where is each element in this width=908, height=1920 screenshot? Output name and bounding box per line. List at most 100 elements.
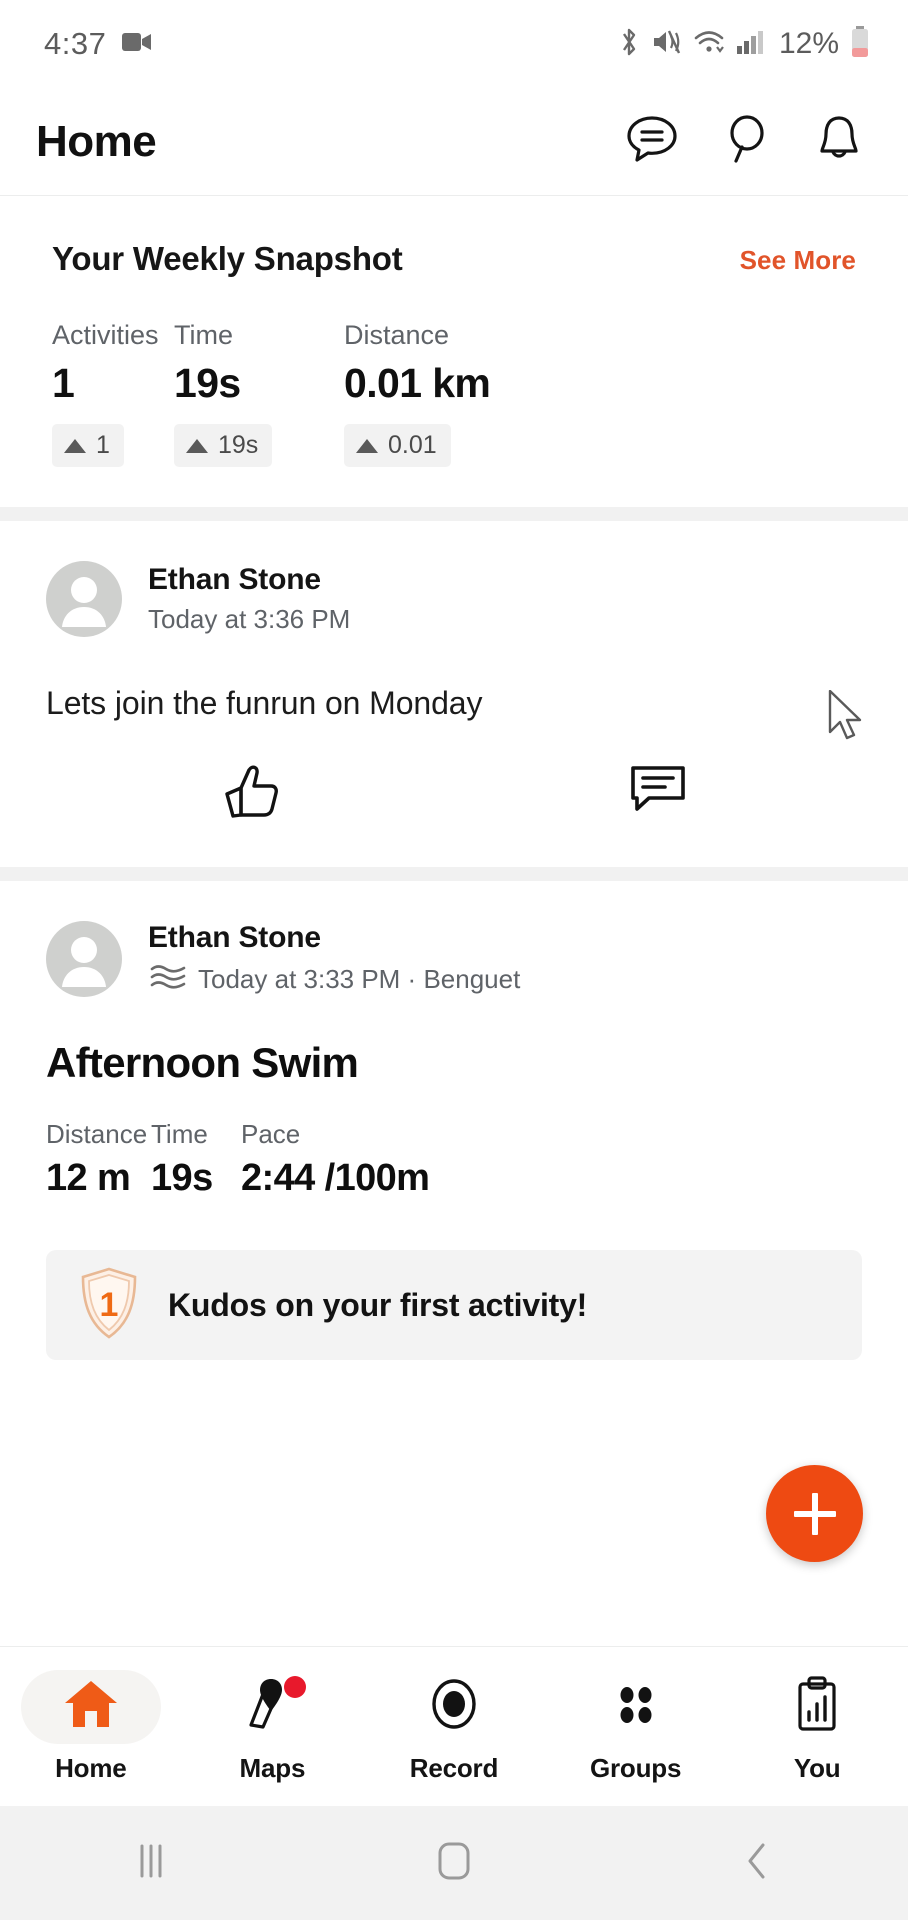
messages-icon[interactable] bbox=[626, 115, 678, 168]
post-text: Lets join the funrun on Monday bbox=[46, 685, 483, 721]
snapshot-title: Your Weekly Snapshot bbox=[52, 240, 403, 277]
post-author: Ethan Stone bbox=[148, 563, 321, 596]
recents-icon bbox=[134, 1841, 168, 1886]
system-navigation-bar bbox=[0, 1806, 908, 1920]
back-button[interactable] bbox=[605, 1840, 908, 1887]
snapshot-stats: Activities 1 1 Time 19s 19s Distance 0.0… bbox=[52, 320, 856, 467]
back-icon bbox=[742, 1840, 772, 1887]
stat-value: 1 bbox=[52, 360, 75, 406]
stat-delta-value: 1 bbox=[96, 431, 110, 459]
nav-item-groups[interactable]: Groups bbox=[545, 1670, 727, 1784]
record-icon bbox=[425, 1675, 483, 1738]
post-actions bbox=[46, 722, 862, 867]
wifi-icon bbox=[693, 28, 725, 61]
nav-icon-wrap-record bbox=[384, 1670, 524, 1744]
nav-label-maps: Maps bbox=[239, 1752, 306, 1783]
activity-header: Ethan Stone Today at 3:33 PM · Benguet bbox=[46, 921, 862, 997]
stat-delta-badge: 19s bbox=[174, 424, 273, 467]
nav-item-you[interactable]: You bbox=[726, 1670, 908, 1784]
see-more-link[interactable]: See More bbox=[740, 240, 856, 276]
nav-label-home: Home bbox=[55, 1752, 127, 1783]
recents-button[interactable] bbox=[0, 1841, 303, 1886]
activity-stat: Time 19s bbox=[151, 1119, 241, 1200]
signal-icon bbox=[736, 29, 764, 60]
header-actions bbox=[626, 114, 874, 169]
activity-author: Ethan Stone bbox=[148, 921, 321, 954]
kudos-banner[interactable]: 1 Kudos on your first activity! bbox=[46, 1250, 862, 1360]
clipboard-chart-icon bbox=[788, 1675, 846, 1738]
nav-label-you: You bbox=[793, 1752, 841, 1783]
search-icon[interactable] bbox=[724, 114, 770, 169]
notifications-icon[interactable] bbox=[816, 114, 862, 169]
snapshot-stat: Activities 1 1 bbox=[52, 320, 174, 467]
stat-value: 2:44 /100m bbox=[241, 1157, 430, 1199]
status-bar-right: 12% bbox=[617, 25, 870, 63]
avatar[interactable] bbox=[46, 561, 122, 637]
like-button[interactable] bbox=[46, 764, 454, 827]
triangle-up-icon bbox=[186, 438, 208, 453]
section-divider bbox=[0, 507, 908, 521]
feed-post: Ethan Stone Today at 3:36 PM Lets join t… bbox=[0, 521, 908, 867]
snapshot-header: Your Weekly Snapshot See More bbox=[52, 240, 856, 278]
app-screen: 4:37 12% Home Your Weekly Snapshot See M… bbox=[0, 0, 908, 1920]
stat-label: Distance bbox=[344, 320, 450, 350]
section-divider bbox=[0, 867, 908, 881]
comment-icon bbox=[629, 764, 687, 827]
activity-meta: Today at 3:33 PM · Benguet bbox=[148, 962, 520, 997]
bottom-navigation: Home Maps Record Groups You bbox=[0, 1646, 908, 1806]
page-title: Home bbox=[36, 116, 157, 166]
bluetooth-icon bbox=[617, 27, 641, 62]
app-header: Home bbox=[0, 88, 908, 196]
triangle-up-icon bbox=[64, 438, 86, 453]
mouse-cursor bbox=[828, 689, 866, 747]
swim-waves-icon bbox=[148, 962, 188, 997]
thumbs-up-icon bbox=[219, 764, 281, 827]
stat-value: 19s bbox=[151, 1157, 213, 1199]
post-author-block: Ethan Stone Today at 3:36 PM bbox=[148, 563, 350, 635]
battery-percent-label: 12% bbox=[778, 27, 839, 60]
post-timestamp: Today at 3:36 PM bbox=[148, 604, 351, 634]
nav-label-groups: Groups bbox=[589, 1752, 682, 1783]
nav-item-maps[interactable]: Maps bbox=[182, 1670, 364, 1784]
post-header: Ethan Stone Today at 3:36 PM bbox=[46, 561, 862, 637]
first-activity-badge-icon: 1 bbox=[78, 1266, 140, 1345]
video-camera-icon bbox=[122, 31, 152, 58]
groups-icon bbox=[607, 1675, 665, 1738]
stat-delta-value: 0.01 bbox=[388, 431, 437, 459]
nav-icon-wrap-maps bbox=[202, 1670, 342, 1744]
activity-title: Afternoon Swim bbox=[46, 1039, 359, 1086]
nav-icon-wrap-you bbox=[747, 1670, 887, 1744]
stat-value: 19s bbox=[174, 360, 241, 406]
home-button-icon bbox=[434, 1840, 474, 1887]
home-button[interactable] bbox=[303, 1840, 606, 1887]
stat-delta-badge: 0.01 bbox=[344, 424, 451, 467]
stat-label: Distance bbox=[46, 1119, 148, 1149]
status-bar: 4:37 12% bbox=[0, 0, 908, 88]
weekly-snapshot-card: Your Weekly Snapshot See More Activities… bbox=[0, 196, 908, 507]
activity-author-block: Ethan Stone Today at 3:33 PM · Benguet bbox=[148, 921, 520, 997]
mute-icon bbox=[652, 28, 682, 61]
avatar[interactable] bbox=[46, 921, 122, 997]
notification-badge-dot bbox=[284, 1675, 307, 1698]
activity-stat: Pace 2:44 /100m bbox=[241, 1119, 430, 1200]
snapshot-stat: Distance 0.01 km 0.01 bbox=[344, 320, 491, 467]
nav-item-home[interactable]: Home bbox=[0, 1669, 182, 1784]
stat-value: 12 m bbox=[46, 1157, 131, 1199]
nav-icon-wrap-groups bbox=[566, 1670, 706, 1744]
battery-icon bbox=[850, 25, 870, 63]
nav-label-record: Record bbox=[409, 1752, 499, 1783]
activity-post: Ethan Stone Today at 3:33 PM · Benguet A… bbox=[0, 881, 908, 1360]
snapshot-stat: Time 19s 19s bbox=[174, 320, 344, 467]
stat-delta-badge: 1 bbox=[52, 424, 124, 467]
add-activity-fab[interactable] bbox=[766, 1465, 863, 1562]
kudos-text: Kudos on your first activity! bbox=[168, 1286, 588, 1323]
comment-button[interactable] bbox=[454, 764, 862, 827]
plus-icon bbox=[793, 1492, 836, 1535]
activity-stats: Distance 12 m Time 19s Pace 2:44 /100m bbox=[46, 1119, 862, 1200]
activity-timestamp: Today at 3:33 PM · Benguet bbox=[198, 964, 521, 994]
activity-stat: Distance 12 m bbox=[46, 1119, 151, 1200]
stat-value: 0.01 km bbox=[344, 360, 491, 406]
stat-label: Time bbox=[174, 320, 233, 350]
nav-item-record[interactable]: Record bbox=[363, 1670, 545, 1784]
stat-delta-value: 19s bbox=[218, 431, 259, 459]
